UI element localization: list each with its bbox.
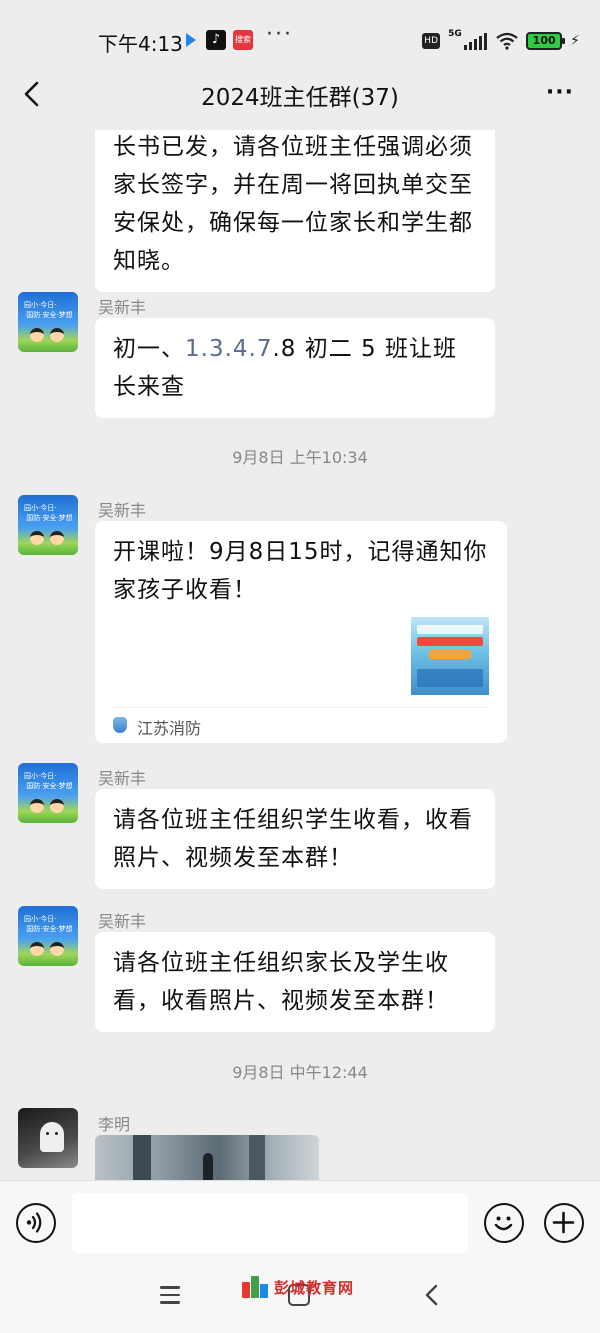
timestamp: 9月8日 中午12:44 [232, 1063, 368, 1082]
wifi-icon [496, 32, 518, 50]
avatar[interactable] [18, 1108, 78, 1168]
card-thumbnail [411, 617, 489, 695]
message-bubble[interactable]: 初一、1.3.4.7.8 初二 5 班让班长来查 [95, 318, 495, 418]
sender-name: 吴新丰 [98, 298, 147, 317]
message-text: 请各位班主任组织家长及学生收看，收看照片、视频发至本群！ [113, 950, 449, 1014]
avatar[interactable]: 园小·今日· 国防·安全·梦想 [18, 763, 78, 823]
sender-name: 吴新丰 [98, 912, 147, 931]
sender-name: 吴新丰 [98, 769, 147, 788]
source-logo-icon [113, 717, 127, 733]
message-input[interactable] [72, 1193, 468, 1253]
watermark: 彭城教育网 [242, 1274, 354, 1300]
charging-icon: ⚡ [570, 33, 580, 49]
recent-apps-button[interactable] [160, 1286, 180, 1304]
message-bubble[interactable]: 长书已发，请各位班主任强调必须家长签字，并在周一将回执单交至安保处，确保每一位家… [95, 130, 495, 292]
status-bar: 下午4:13 ♪ 搜索 ··· HD 5G 100 ⚡ [0, 0, 600, 70]
chat-header: 2024班主任群(37) ··· [0, 70, 600, 118]
search-app-icon: 搜索 [233, 30, 253, 50]
message-text: 初一、 [113, 336, 185, 362]
emoji-button[interactable] [484, 1203, 524, 1243]
card-divider [113, 707, 489, 708]
card-title: 开课啦！9月8日15时，记得通知你家孩子收看！ [113, 539, 488, 603]
plus-icon [552, 1211, 575, 1234]
avatar[interactable]: 园小·今日· 国防·安全·梦想 [18, 292, 78, 352]
sender-name: 吴新丰 [98, 501, 147, 520]
watermark-text: 彭城教育网 [274, 1278, 355, 1297]
system-nav-bar: 彭城教育网 [0, 1266, 600, 1333]
sender-name: 李明 [98, 1115, 131, 1134]
more-options-button[interactable]: ··· [546, 80, 574, 105]
voice-input-button[interactable] [16, 1203, 56, 1243]
status-indicators: HD 5G 100 ⚡ [422, 29, 580, 52]
image-message[interactable] [95, 1135, 319, 1180]
message-link[interactable]: 1.3.4.7 [185, 336, 272, 362]
video-app-icon [186, 33, 196, 47]
voice-icon [26, 1212, 42, 1233]
avatar[interactable]: 园小·今日· 国防·安全·梦想 [18, 906, 78, 966]
status-time: 下午4:13 [98, 32, 183, 56]
message-bubble[interactable]: 请各位班主任组织家长及学生收看，收看照片、视频发至本群！ [95, 932, 495, 1032]
share-card[interactable]: 开课啦！9月8日15时，记得通知你家孩子收看！ 江苏消防 [95, 521, 507, 743]
more-notifications-icon: ··· [266, 22, 293, 47]
message-bubble[interactable]: 请各位班主任组织学生收看，收看照片、视频发至本群！ [95, 789, 495, 889]
timestamp: 9月8日 上午10:34 [232, 448, 368, 467]
message-text: 请各位班主任组织学生收看，收看照片、视频发至本群！ [113, 807, 473, 871]
message-list[interactable]: 长书已发，请各位班主任强调必须家长签字，并在周一将回执单交至安保处，确保每一位家… [0, 130, 600, 1180]
input-bar [0, 1180, 600, 1266]
card-source: 江苏消防 [137, 719, 202, 738]
battery-level: 100 [532, 34, 556, 47]
cellular-signal-icon: 5G [448, 29, 488, 50]
system-back-button[interactable] [420, 1282, 444, 1308]
page-title: 2024班主任群(37) [201, 85, 399, 111]
avatar[interactable]: 园小·今日· 国防·安全·梦想 [18, 495, 78, 555]
more-functions-button[interactable] [544, 1203, 584, 1243]
hd-icon: HD [422, 33, 441, 49]
battery-icon: 100 [526, 32, 566, 50]
message-text: 长书已发，请各位班主任强调必须家长签字，并在周一将回执单交至安保处，确保每一位家… [113, 134, 473, 274]
watermark-logo-icon [242, 1276, 268, 1298]
emoji-icon [494, 1216, 513, 1231]
network-type: 5G [448, 29, 462, 39]
tiktok-icon: ♪ [206, 30, 226, 50]
